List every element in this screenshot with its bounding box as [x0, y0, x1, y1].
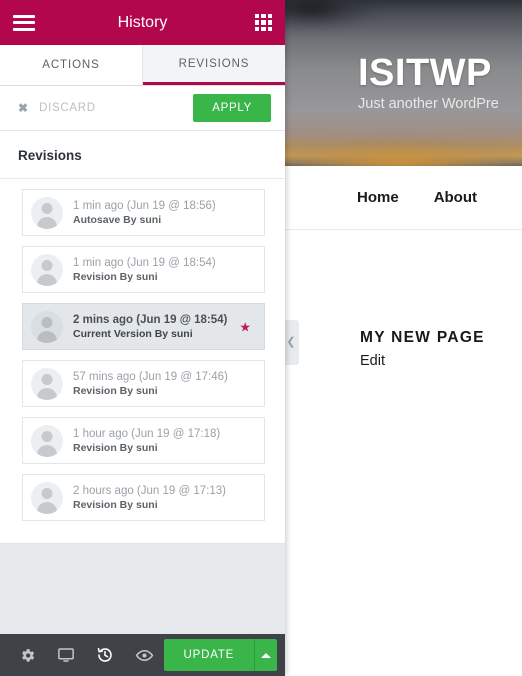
- settings-gear-icon[interactable]: [8, 634, 47, 676]
- revision-item[interactable]: 1 min ago (Jun 19 @ 18:54) Revision By s…: [22, 246, 265, 293]
- revision-item[interactable]: 1 min ago (Jun 19 @ 18:56) Autosave By s…: [22, 189, 265, 236]
- hamburger-icon[interactable]: [13, 14, 35, 31]
- panel-empty-space: [0, 544, 285, 634]
- nav-item-about[interactable]: About: [434, 189, 477, 206]
- revision-item[interactable]: 57 mins ago (Jun 19 @ 17:46) Revision By…: [22, 360, 265, 407]
- panel-title: History: [117, 13, 168, 31]
- tab-revisions[interactable]: REVISIONS: [143, 45, 285, 85]
- update-options-button[interactable]: [254, 639, 277, 671]
- page-edit-link[interactable]: Edit: [360, 353, 385, 369]
- responsive-monitor-icon[interactable]: [47, 634, 86, 676]
- page-title: MY NEW PAGE: [360, 329, 485, 346]
- discard-label: DISCARD: [39, 102, 96, 114]
- panel-footer-toolbar: UPDATE: [0, 634, 285, 676]
- avatar: [31, 424, 63, 457]
- revision-author: Current Version By suni: [73, 327, 193, 340]
- revision-author: Revision By suni: [73, 498, 158, 511]
- avatar: [31, 196, 63, 229]
- apply-button[interactable]: APPLY: [193, 94, 271, 122]
- site-nav-menu: Home About: [285, 166, 522, 230]
- revisions-section-title: Revisions: [0, 131, 285, 179]
- revision-timestamp: 1 min ago (Jun 19 @ 18:54): [73, 256, 216, 269]
- preview-eye-icon[interactable]: [125, 634, 164, 676]
- caret-up-icon: [261, 652, 272, 658]
- hamburger-bar: [13, 21, 35, 24]
- history-revisions-icon[interactable]: [86, 634, 125, 676]
- panel-collapse-handle[interactable]: ❮: [285, 320, 299, 365]
- avatar: [31, 310, 63, 343]
- update-button-group: UPDATE: [163, 639, 277, 671]
- panel-header: History: [0, 0, 285, 45]
- page-content-area: MY NEW PAGE Edit: [285, 231, 522, 676]
- revision-item[interactable]: 1 hour ago (Jun 19 @ 17:18) Revision By …: [22, 417, 265, 464]
- revision-item-current[interactable]: 2 mins ago (Jun 19 @ 18:54) Current Vers…: [22, 303, 265, 350]
- hamburger-bar: [13, 27, 35, 31]
- avatar: [31, 481, 63, 514]
- revision-author: Revision By suni: [73, 441, 158, 454]
- discard-button[interactable]: ✖ DISCARD: [18, 102, 96, 114]
- hamburger-bar: [13, 14, 35, 18]
- revision-timestamp: 2 hours ago (Jun 19 @ 17:13): [73, 484, 226, 497]
- current-version-star-icon: ★: [239, 319, 251, 334]
- close-x-icon: ✖: [18, 101, 29, 115]
- elementor-panel: History ACTIONS REVISIONS ✖ DISCARD APPL…: [0, 0, 285, 676]
- site-preview-pane: ISITWP Just another WordPre Home About M…: [285, 0, 522, 676]
- chevron-left-icon: ❮: [286, 336, 296, 348]
- revision-timestamp: 57 mins ago (Jun 19 @ 17:46): [73, 370, 228, 383]
- site-header-image: ISITWP Just another WordPre: [285, 0, 522, 166]
- update-button[interactable]: UPDATE: [163, 639, 255, 671]
- avatar: [31, 367, 63, 400]
- elementor-editor-screen: ISITWP Just another WordPre Home About M…: [0, 0, 522, 676]
- revision-author: Revision By suni: [73, 384, 158, 397]
- revision-author: Autosave By suni: [73, 213, 162, 226]
- revision-timestamp: 1 min ago (Jun 19 @ 18:56): [73, 199, 216, 212]
- grid-apps-icon[interactable]: [255, 14, 272, 31]
- avatar: [31, 253, 63, 286]
- revision-author: Revision By suni: [73, 270, 158, 283]
- revisions-list: 1 min ago (Jun 19 @ 18:56) Autosave By s…: [0, 179, 285, 543]
- site-tagline: Just another WordPre: [358, 96, 499, 112]
- revision-timestamp: 2 mins ago (Jun 19 @ 18:54): [73, 313, 228, 326]
- revision-apply-bar: ✖ DISCARD APPLY: [0, 86, 285, 131]
- revision-timestamp: 1 hour ago (Jun 19 @ 17:18): [73, 427, 221, 440]
- nav-item-home[interactable]: Home: [357, 189, 399, 206]
- revisions-panel-body: Revisions 1 min ago (Jun 19 @ 18:56) Aut…: [0, 131, 285, 544]
- site-title: ISITWP: [358, 52, 492, 94]
- tab-actions[interactable]: ACTIONS: [0, 45, 143, 85]
- history-tabs: ACTIONS REVISIONS: [0, 45, 285, 86]
- revision-item[interactable]: 2 hours ago (Jun 19 @ 17:13) Revision By…: [22, 474, 265, 521]
